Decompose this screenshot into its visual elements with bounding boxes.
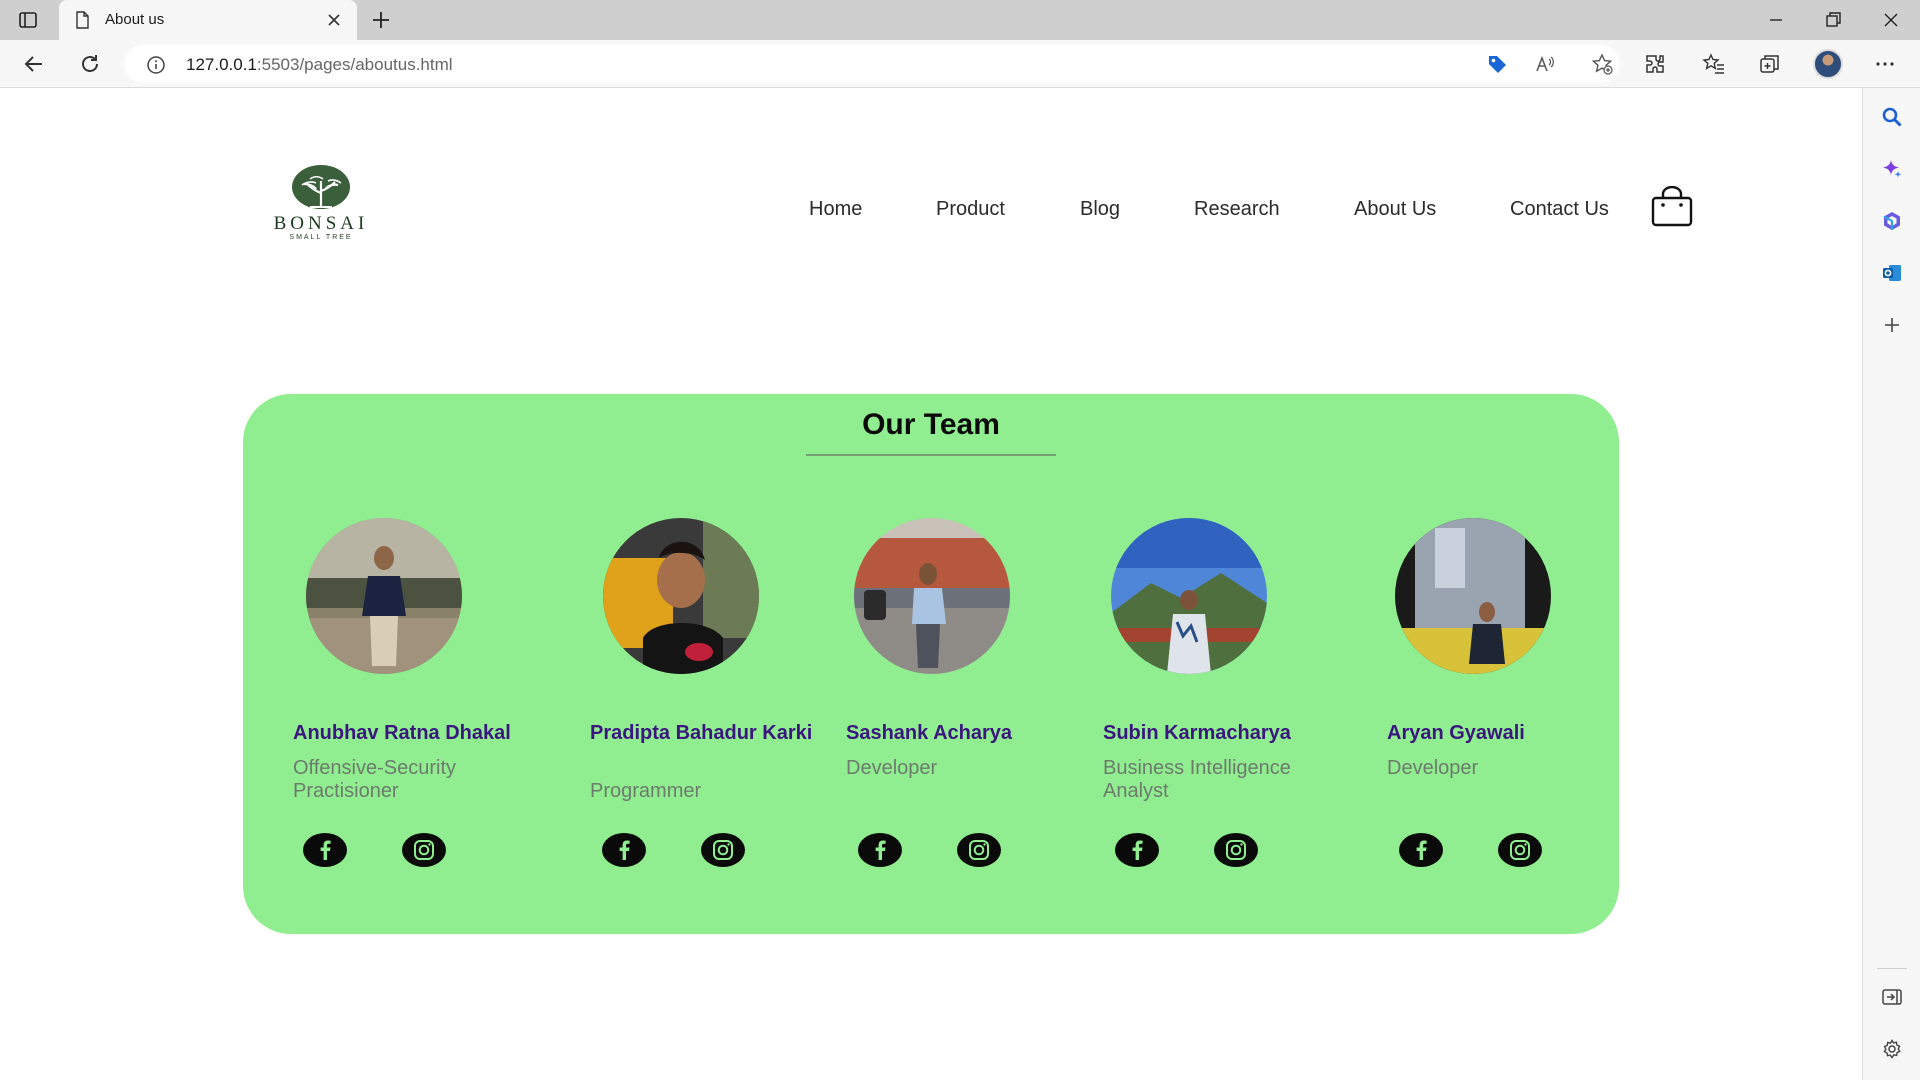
member-role: Developer — [1387, 757, 1479, 779]
member-photo — [1111, 518, 1267, 674]
add-favorite-icon[interactable] — [1591, 53, 1613, 75]
bonsai-logo[interactable]: BONSAI SMALL TREE — [258, 163, 388, 248]
collections-icon[interactable] — [1758, 52, 1782, 76]
member-role: Offensive-Security Practisioner — [293, 757, 457, 802]
member-name: Subin Karmacharya — [1103, 722, 1291, 744]
instagram-icon[interactable] — [1214, 833, 1258, 867]
back-arrow-icon[interactable] — [22, 52, 46, 76]
shopping-tag-icon[interactable] — [1486, 53, 1508, 75]
facebook-icon[interactable] — [1399, 833, 1443, 867]
tab-actions-icon[interactable] — [18, 10, 38, 30]
extensions-icon[interactable] — [1643, 52, 1667, 76]
facebook-icon[interactable] — [858, 833, 902, 867]
facebook-icon[interactable] — [602, 833, 646, 867]
outlook-icon[interactable] — [1881, 262, 1903, 284]
nav-contact-us[interactable]: Contact Us — [1510, 198, 1609, 221]
team-member: Pradipta Bahadur Karki Programmer — [590, 394, 812, 934]
member-photo — [1395, 518, 1551, 674]
member-name: Sashank Acharya — [846, 722, 1013, 744]
url-host: 127.0.0.1 — [186, 55, 257, 74]
close-tab-icon[interactable] — [325, 11, 343, 29]
member-role: Developer — [846, 757, 938, 779]
settings-gear-icon[interactable] — [1881, 1038, 1903, 1060]
member-photo — [306, 518, 462, 674]
close-window-icon[interactable] — [1881, 10, 1901, 30]
sidebar-divider — [1877, 968, 1907, 969]
copilot-sparkle-icon[interactable] — [1881, 158, 1903, 180]
office-icon[interactable] — [1881, 210, 1903, 232]
team-member: Subin Karmacharya Business Intelligence … — [1103, 394, 1323, 934]
nav-product[interactable]: Product — [936, 198, 1005, 221]
site-info-icon[interactable] — [146, 55, 166, 75]
member-name: Pradipta Bahadur Karki — [590, 722, 813, 744]
restore-icon[interactable] — [1823, 10, 1843, 30]
bonsai-tree-icon — [292, 165, 350, 209]
nav-about-us[interactable]: About Us — [1354, 198, 1436, 221]
member-role: Programmer — [590, 780, 702, 802]
member-photo — [603, 518, 759, 674]
team-member: Sashank Acharya Developer — [846, 394, 1066, 934]
profile-avatar[interactable] — [1813, 49, 1843, 79]
team-member: Anubhav Ratna Dhakal Offensive-Security … — [293, 394, 513, 934]
tab-title: About us — [105, 11, 165, 28]
instagram-icon[interactable] — [701, 833, 745, 867]
member-name: Anubhav Ratna Dhakal — [293, 722, 511, 744]
browser-toolbar: 127.0.0.1:5503/pages/aboutus.html — [0, 40, 1920, 88]
member-name: Aryan Gyawali — [1387, 722, 1525, 744]
facebook-icon[interactable] — [303, 833, 347, 867]
address-bar[interactable]: 127.0.0.1:5503/pages/aboutus.html — [124, 45, 1620, 83]
shopping-bag-icon[interactable] — [1650, 186, 1694, 228]
browser-titlebar: About us — [0, 0, 1920, 40]
facebook-icon[interactable] — [1115, 833, 1159, 867]
hide-sidebar-icon[interactable] — [1881, 986, 1903, 1008]
minimize-icon[interactable] — [1766, 10, 1786, 30]
add-icon[interactable] — [1881, 314, 1903, 336]
url-text[interactable]: 127.0.0.1:5503/pages/aboutus.html — [186, 55, 453, 75]
refresh-icon[interactable] — [78, 52, 102, 76]
member-photo — [854, 518, 1010, 674]
logo-tagline: SMALL TREE — [289, 234, 353, 241]
browser-tab[interactable]: About us — [59, 0, 357, 40]
nav-research[interactable]: Research — [1194, 198, 1280, 221]
logo-wordmark: BONSAI — [273, 213, 369, 234]
more-options-icon[interactable] — [1873, 52, 1897, 76]
instagram-icon[interactable] — [957, 833, 1001, 867]
member-role: Business Intelligence Analyst — [1103, 757, 1291, 802]
url-path: :5503/pages/aboutus.html — [256, 55, 453, 74]
read-aloud-icon[interactable] — [1534, 53, 1556, 75]
page-content: BONSAI SMALL TREE Home Product Blog Rese… — [0, 88, 1862, 1080]
favorites-icon[interactable] — [1702, 52, 1726, 76]
search-icon[interactable] — [1881, 106, 1903, 128]
page-icon — [73, 11, 91, 29]
nav-home[interactable]: Home — [809, 198, 862, 221]
nav-blog[interactable]: Blog — [1080, 198, 1120, 221]
team-section: Our Team Anubhav Ratna Dhakal Offensive-… — [243, 394, 1619, 934]
instagram-icon[interactable] — [402, 833, 446, 867]
team-member: Aryan Gyawali Developer — [1387, 394, 1607, 934]
new-tab-icon[interactable] — [370, 9, 392, 31]
edge-sidebar — [1862, 88, 1920, 1080]
instagram-icon[interactable] — [1498, 833, 1542, 867]
